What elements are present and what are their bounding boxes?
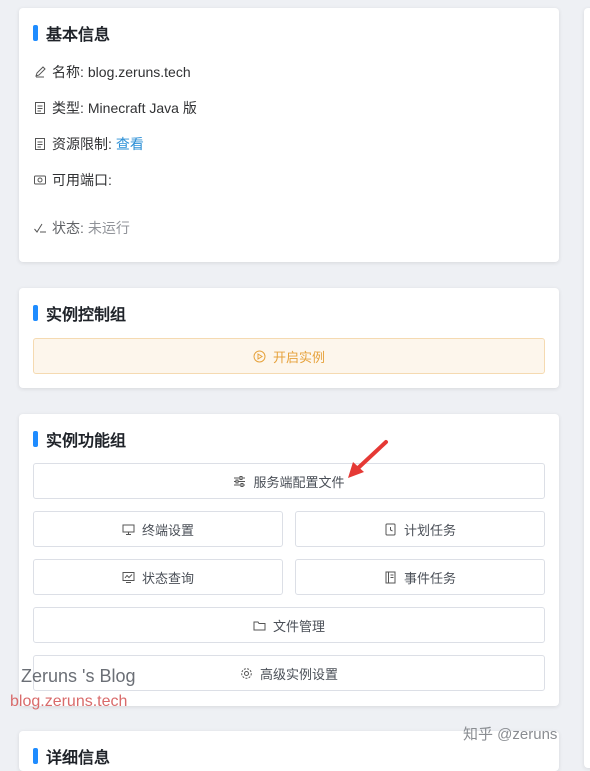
status-monitor-icon: [122, 571, 135, 584]
scheduled-tasks-label: 计划任务: [403, 522, 456, 538]
control-group-title-text: 实例控制组: [46, 307, 127, 324]
status-label: 状态:: [52, 220, 84, 236]
notebook-icon: [384, 571, 397, 584]
detail-info-title-text: 详细信息: [46, 750, 111, 767]
server-config-button[interactable]: 服务端配置文件: [33, 463, 545, 499]
type-value: Minecraft Java 版: [87, 100, 197, 116]
resource-view-link[interactable]: 查看: [116, 134, 144, 154]
title-accent-bar: [33, 748, 38, 764]
name-value: blog.zeruns.tech: [87, 64, 191, 80]
info-row-resource: 资源限制: 查看: [33, 134, 144, 154]
basic-info-title: 基本信息: [33, 24, 111, 44]
pencil-icon: [33, 65, 47, 79]
start-instance-label: 开启实例: [272, 349, 325, 365]
detail-info-title: 详细信息: [33, 747, 111, 767]
start-instance-button[interactable]: 开启实例: [33, 338, 545, 374]
resource-limit-label: 资源限制:: [52, 136, 112, 152]
status-query-label: 状态查询: [141, 570, 194, 586]
event-tasks-button[interactable]: 事件任务: [295, 559, 545, 595]
port-label: 可用端口:: [52, 172, 112, 188]
function-group-card: 实例功能组 服务端配置文件 终端设置 计划任务 状态查询 事件任务 文件管理 高…: [19, 414, 559, 706]
status-query-button[interactable]: 状态查询: [33, 559, 283, 595]
terminal-settings-button[interactable]: 终端设置: [33, 511, 283, 547]
title-accent-bar: [33, 25, 38, 41]
file-management-label: 文件管理: [272, 618, 325, 634]
file-management-button[interactable]: 文件管理: [33, 607, 545, 643]
annotation-arrow: [348, 440, 388, 478]
gear-icon: [240, 667, 253, 680]
monitor-icon: [122, 523, 135, 536]
info-row-port: 可用端口:: [33, 170, 116, 190]
port-icon: [33, 173, 47, 187]
watermark-zhihu: 知乎 @zeruns: [463, 726, 558, 743]
event-tasks-label: 事件任务: [403, 570, 456, 586]
watermark-blog-url: blog.zeruns.tech: [10, 693, 128, 710]
timer-icon: [384, 523, 397, 536]
function-group-title: 实例功能组: [33, 430, 127, 450]
control-group-card: 实例控制组 开启实例: [19, 288, 559, 388]
info-row-name: 名称: blog.zeruns.tech: [33, 62, 191, 82]
type-label: 类型:: [52, 100, 84, 116]
function-group-title-text: 实例功能组: [46, 433, 127, 450]
status-value: 未运行: [87, 220, 130, 236]
sliders-icon: [233, 475, 246, 488]
play-circle-icon: [253, 350, 266, 363]
scheduled-tasks-button[interactable]: 计划任务: [295, 511, 545, 547]
name-label: 名称:: [52, 64, 84, 80]
folder-icon: [253, 619, 266, 632]
title-accent-bar: [33, 305, 38, 321]
terminal-settings-label: 终端设置: [141, 522, 194, 538]
basic-info-title-text: 基本信息: [46, 27, 111, 44]
control-group-title: 实例控制组: [33, 304, 127, 324]
server-config-label: 服务端配置文件: [253, 474, 345, 490]
document-icon: [33, 137, 47, 151]
document-icon: [33, 101, 47, 115]
adjacent-panel-edge: [584, 8, 590, 768]
info-row-type: 类型: Minecraft Java 版: [33, 98, 197, 118]
basic-info-card: 基本信息 名称: blog.zeruns.tech 类型: Minecraft …: [19, 8, 559, 262]
title-accent-bar: [33, 431, 38, 447]
advanced-settings-label: 高级实例设置: [259, 666, 338, 682]
status-check-icon: [33, 221, 47, 235]
info-row-status: 状态: 未运行: [33, 218, 130, 238]
watermark-blog-name: Zeruns 's Blog: [21, 666, 136, 686]
